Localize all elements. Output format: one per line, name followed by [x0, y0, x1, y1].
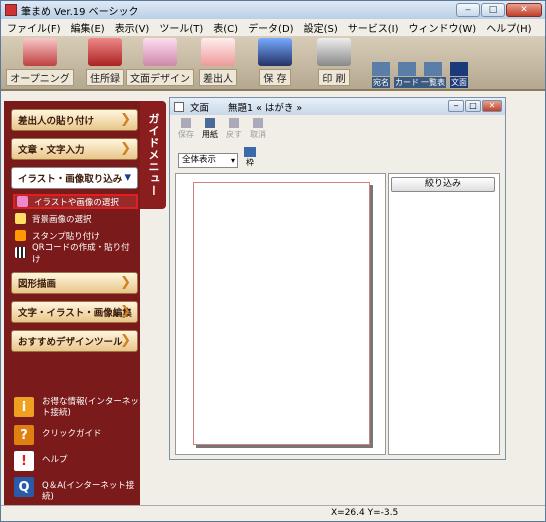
- status-bar: X=26.4 Y=-3.5: [1, 505, 545, 521]
- menu-tool[interactable]: ツール(T): [159, 20, 203, 35]
- frame-button[interactable]: 枠: [242, 147, 258, 168]
- minimize-button[interactable]: ‒: [456, 3, 480, 17]
- document-toolbar: 保存 用紙 戻す 取消: [175, 118, 269, 140]
- text-input-button[interactable]: 文章・文字入力 ❯: [11, 138, 138, 160]
- document-icon: [174, 101, 184, 112]
- undo-icon: [229, 118, 239, 128]
- doc-maximize-button[interactable]: □: [465, 100, 481, 112]
- menu-file[interactable]: ファイル(F): [7, 20, 61, 35]
- cancel-button[interactable]: 取消: [247, 118, 269, 140]
- document-title-bar[interactable]: 文面 無題1 « はがき » ‒ □ ✕: [170, 98, 505, 115]
- filter-button[interactable]: 絞り込み: [391, 177, 495, 192]
- background-icon: [15, 213, 26, 224]
- link-help[interactable]: ! ヘルプ: [14, 451, 140, 471]
- zoom-select[interactable]: 全体表示 ▾: [178, 153, 238, 168]
- app-icon: [5, 4, 17, 16]
- stamp-icon: [15, 230, 26, 241]
- doc-save-button[interactable]: 保存: [175, 118, 197, 140]
- design-button[interactable]: 文面デザイン: [126, 38, 194, 88]
- address-view-icon: [372, 62, 390, 76]
- frame-icon: [244, 147, 256, 157]
- title-bar[interactable]: 筆まめ Ver.19 ベーシック ‒ □ ✕: [1, 1, 545, 19]
- link-deals[interactable]: i お得な情報(インターネット接続): [14, 397, 140, 419]
- chevron-right-icon: ❯: [120, 304, 131, 319]
- sender-icon: [201, 38, 235, 66]
- chevron-right-icon: ❯: [120, 333, 131, 348]
- illustration-panel: 絞り込み: [388, 173, 500, 455]
- paste-sender-button[interactable]: 差出人の貼り付け ❯: [11, 109, 138, 131]
- menu-settings[interactable]: 設定(S): [304, 20, 338, 35]
- close-button[interactable]: ✕: [506, 3, 542, 17]
- chevron-right-icon: ❯: [120, 141, 131, 156]
- maximize-button[interactable]: □: [481, 3, 505, 17]
- address-book-icon: [88, 38, 122, 66]
- import-image-button[interactable]: イラスト・画像取り込み ▾: [11, 167, 138, 189]
- doc-minimize-button[interactable]: ‒: [448, 100, 464, 112]
- link-click-guide[interactable]: ? クリックガイド: [14, 425, 140, 445]
- chevron-right-icon: ❯: [120, 275, 131, 290]
- design-tools-button[interactable]: おすすめデザインツール ❯: [11, 330, 138, 352]
- postcard-page[interactable]: [193, 182, 370, 445]
- doc-close-button[interactable]: ✕: [482, 100, 502, 112]
- sender-button[interactable]: 差出人: [195, 38, 241, 88]
- subitem-select-illustration[interactable]: イラストや画像の選択: [13, 194, 138, 209]
- menu-help[interactable]: ヘルプ(H): [486, 20, 531, 35]
- warning-icon: !: [14, 451, 34, 471]
- illustration-icon: [17, 196, 28, 207]
- subitem-background[interactable]: 背景画像の選択: [13, 211, 138, 226]
- guide-sidebar: 差出人の貼り付け ❯ 文章・文字入力 ❯ イラスト・画像取り込み ▾ イラストや画像の…: [4, 101, 140, 509]
- save-icon: [181, 118, 191, 128]
- menu-window[interactable]: ウィンドウ(W): [409, 20, 477, 35]
- subitem-qrcode[interactable]: QRコードの作成・貼り付け: [13, 243, 138, 265]
- menu-edit[interactable]: 編集(E): [71, 20, 105, 35]
- chevron-down-icon: ▾: [230, 156, 235, 165]
- address-book-button[interactable]: 住所録: [79, 38, 131, 88]
- menu-table[interactable]: 表(C): [213, 20, 238, 35]
- document-window: 文面 無題1 « はがき » ‒ □ ✕ 保存 用紙 戻す 取消 全体表示 ▾ 枠…: [169, 97, 506, 460]
- opening-icon: [23, 38, 57, 66]
- menu-data[interactable]: データ(D): [248, 20, 294, 35]
- design-icon: [143, 38, 177, 66]
- document-title: 文面 無題1 « はがき »: [190, 102, 303, 114]
- paper-icon: [205, 118, 215, 128]
- view-card-button[interactable]: カード: [394, 58, 420, 88]
- view-document-button[interactable]: 文面: [447, 58, 471, 88]
- save-button[interactable]: 保 存: [249, 38, 301, 88]
- app-window: 筆まめ Ver.19 ベーシック ‒ □ ✕ ファイル(F) 編集(E) 表示(…: [0, 0, 546, 522]
- window-title: 筆まめ Ver.19 ベーシック: [21, 6, 139, 18]
- canvas-area[interactable]: [175, 173, 386, 455]
- menu-bar: ファイル(F) 編集(E) 表示(V) ツール(T) 表(C) データ(D) 設…: [1, 19, 545, 36]
- menu-service[interactable]: サービス(I): [348, 20, 399, 35]
- card-view-icon: [398, 62, 416, 76]
- undo-button[interactable]: 戻す: [223, 118, 245, 140]
- document-view-icon: [450, 62, 468, 76]
- cancel-icon: [253, 118, 263, 128]
- question-icon: ?: [14, 425, 34, 445]
- opening-button[interactable]: オープニング: [6, 38, 74, 88]
- save-icon: [258, 38, 292, 66]
- menu-view[interactable]: 表示(V): [115, 20, 150, 35]
- view-list-button[interactable]: 一覧表: [420, 58, 446, 88]
- view-address-button[interactable]: 宛名: [369, 58, 393, 88]
- chevron-down-icon: ▾: [124, 170, 131, 185]
- link-qa[interactable]: Q Q＆A(インターネット接続): [14, 477, 140, 503]
- shape-draw-button[interactable]: 図形描画 ❯: [11, 272, 138, 294]
- guide-menu-tab[interactable]: ガイドメニュー: [140, 101, 166, 209]
- chevron-right-icon: ❯: [120, 112, 131, 127]
- list-view-icon: [424, 62, 442, 76]
- qrcode-icon: [15, 247, 26, 258]
- main-toolbar: オープニング 住所録 文面デザイン 差出人 保 存 印 刷 宛名 カード 一覧表…: [1, 36, 545, 91]
- print-button[interactable]: 印 刷: [307, 38, 361, 88]
- printer-icon: [317, 38, 351, 66]
- qa-icon: Q: [14, 477, 34, 497]
- cursor-coordinates: X=26.4 Y=-3.5: [331, 508, 399, 518]
- paper-button[interactable]: 用紙: [199, 118, 221, 140]
- edit-button[interactable]: 文字・イラスト・画像編集 ❯: [11, 301, 138, 323]
- info-icon: i: [14, 397, 34, 417]
